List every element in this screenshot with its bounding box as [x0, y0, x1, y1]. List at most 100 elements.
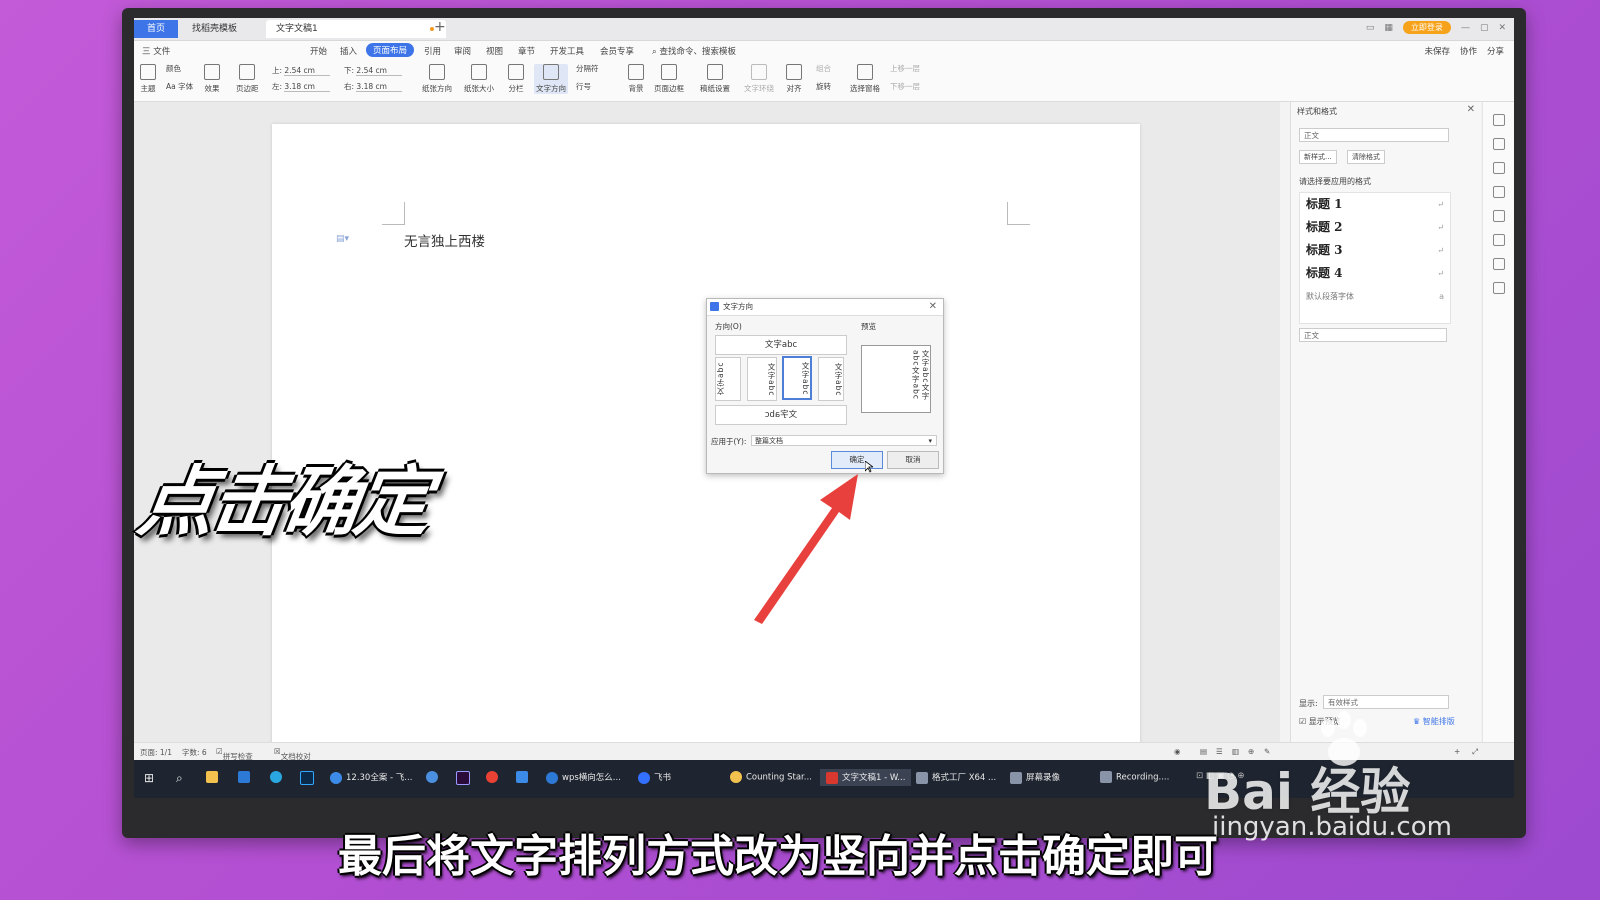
document-text[interactable]: 无言独上西楼	[404, 230, 485, 250]
effects-button[interactable]: 效果	[204, 64, 220, 94]
style-body[interactable]: 正文	[1299, 328, 1447, 342]
chrome-icon[interactable]	[486, 771, 502, 783]
fonts-button[interactable]: Aa 字体	[166, 81, 193, 92]
ok-button[interactable]: 确定	[831, 451, 883, 469]
menu-member[interactable]: 会员专享	[600, 45, 634, 57]
explorer-icon[interactable]	[206, 771, 222, 783]
style-heading-3[interactable]: 标题 3 ↵	[1300, 239, 1450, 262]
minimize-icon[interactable]: —	[1461, 23, 1470, 33]
clear-format-button[interactable]: 清除格式	[1347, 150, 1385, 164]
menu-chapter[interactable]: 章节	[518, 45, 535, 57]
option-horizontal-mirrored[interactable]: 文字abc	[715, 405, 847, 425]
breaks-button[interactable]: 分隔符	[576, 63, 599, 74]
text-direction-button[interactable]: 文字方向	[534, 64, 568, 94]
cancel-button[interactable]: 取消	[887, 451, 939, 469]
style-heading-4[interactable]: 标题 4 ↵	[1300, 262, 1450, 285]
group-button[interactable]: 组合	[816, 63, 831, 74]
text-wrap-button[interactable]: 文字环绕	[744, 64, 774, 94]
paragraph-handle-icon[interactable]: ▤▾	[336, 234, 349, 244]
task-feishu[interactable]: 飞书	[638, 771, 671, 784]
task-music[interactable]: Counting Star...	[730, 771, 812, 783]
pane-close-icon[interactable]: ✕	[1467, 104, 1475, 115]
option-horizontal[interactable]: 文字abc	[715, 335, 847, 355]
help-icon[interactable]	[1493, 282, 1505, 294]
margin-right-value[interactable]: 3.18 cm	[356, 82, 403, 92]
style-heading-1[interactable]: 标题 1 ↵	[1300, 193, 1450, 216]
tab-home[interactable]: 首页	[134, 20, 178, 38]
margin-bottom-value[interactable]: 2.54 cm	[356, 66, 403, 76]
apply-to-select[interactable]: 整篇文档 ▾	[751, 435, 937, 446]
style-default-font[interactable]: 默认段落字体 a	[1300, 285, 1450, 308]
margin-left[interactable]: 左: 3.18 cm	[272, 81, 331, 92]
dialog-close-icon[interactable]: ✕	[929, 299, 937, 315]
share-button[interactable]: 分享	[1487, 45, 1504, 57]
app-icon[interactable]	[426, 771, 442, 783]
columns-button[interactable]: 分栏	[508, 64, 524, 94]
margin-top-value[interactable]: 2.54 cm	[284, 66, 331, 76]
option-vertical-rtl[interactable]: 文字abc	[782, 356, 812, 400]
style-heading-2[interactable]: 标题 2 ↵	[1300, 216, 1450, 239]
login-button[interactable]: 立即登录	[1402, 21, 1451, 34]
menu-view[interactable]: 视图	[486, 45, 503, 57]
eye-icon[interactable]: ◉	[1174, 747, 1181, 756]
menu-developer[interactable]: 开发工具	[550, 45, 584, 57]
book-tool-icon[interactable]	[1493, 258, 1505, 270]
image-tool-icon[interactable]	[1493, 210, 1505, 222]
tab-document[interactable]: 文字文稿1	[266, 20, 446, 38]
cursor-tool-icon[interactable]	[1493, 162, 1505, 174]
colors-button[interactable]: 颜色	[166, 63, 181, 74]
smart-layout-button[interactable]: ♛ 智能排版	[1413, 716, 1455, 727]
layout-icon[interactable]: ▭	[1366, 23, 1375, 33]
option-vertical-ltr[interactable]: 文字abc	[747, 357, 777, 401]
margin-left-value[interactable]: 3.18 cm	[284, 82, 331, 92]
style-tool-icon[interactable]	[1493, 114, 1505, 126]
windows-start-icon[interactable]: ⊞	[144, 771, 154, 785]
menu-page-layout[interactable]: 页面布局	[366, 43, 415, 57]
margins-button[interactable]: 页边距	[236, 64, 259, 94]
close-icon[interactable]: ✕	[1498, 23, 1506, 33]
margin-top[interactable]: 上: 2.54 cm	[272, 65, 331, 76]
photoshop-icon[interactable]	[300, 771, 318, 785]
new-tab-button[interactable]: +	[434, 19, 446, 35]
menu-review[interactable]: 审阅	[454, 45, 471, 57]
bring-forward-button[interactable]: 上移一层	[890, 63, 920, 74]
task-screen-record[interactable]: 屏幕录像	[1010, 771, 1060, 784]
current-style-field[interactable]: 正文	[1299, 128, 1449, 142]
fullscreen-icon[interactable]: ⤢	[1472, 747, 1478, 757]
unsaved-status[interactable]: 未保存	[1424, 45, 1450, 57]
proofread[interactable]: ☒ 文档校对	[274, 747, 311, 761]
premiere-icon[interactable]	[456, 771, 474, 785]
adjust-tool-icon[interactable]	[1493, 186, 1505, 198]
collab-button[interactable]: 协作	[1460, 45, 1477, 57]
bird-icon[interactable]	[516, 771, 532, 783]
spell-check[interactable]: ☑ 拼写检查	[216, 747, 253, 761]
maximize-icon[interactable]: ▢	[1480, 23, 1489, 33]
theme-button[interactable]: 主题	[140, 64, 156, 94]
grid-icon[interactable]: ▦	[1384, 23, 1393, 33]
paper-size-button[interactable]: 纸张大小	[464, 64, 494, 94]
menu-file[interactable]: 三 文件	[142, 45, 170, 57]
show-select[interactable]: 有效样式	[1323, 695, 1449, 709]
line-number-button[interactable]: 行号	[576, 81, 591, 92]
browser-icon[interactable]	[270, 771, 286, 783]
menu-start[interactable]: 开始	[310, 45, 327, 57]
task-wps-writer[interactable]: 文字文稿1 - W...	[820, 769, 912, 786]
mail-icon[interactable]	[238, 771, 254, 783]
search-icon[interactable]: ⌕	[176, 771, 183, 786]
margin-right[interactable]: 右: 3.18 cm	[344, 81, 403, 92]
rotate-button[interactable]: 旋转	[816, 81, 831, 92]
select-pane-button[interactable]: 选择窗格	[850, 64, 880, 94]
word-count[interactable]: 字数: 6	[182, 747, 207, 758]
menu-insert[interactable]: 插入	[340, 45, 357, 57]
task-format-factory[interactable]: 格式工厂 X64 ...	[916, 771, 996, 784]
send-backward-button[interactable]: 下移一层	[890, 81, 920, 92]
option-vertical-rotated[interactable]: 文字abc	[715, 357, 741, 401]
new-style-button[interactable]: 新样式...	[1299, 150, 1337, 164]
zoom-in-icon[interactable]: +	[1454, 747, 1460, 756]
pen-tool-icon[interactable]	[1493, 138, 1505, 150]
background-button[interactable]: 背景	[628, 64, 644, 94]
location-tool-icon[interactable]	[1493, 234, 1505, 246]
task-recording[interactable]: Recording....	[1100, 771, 1169, 783]
menu-references[interactable]: 引用	[424, 45, 441, 57]
task-wps-search[interactable]: wps横向怎么...	[546, 771, 621, 784]
